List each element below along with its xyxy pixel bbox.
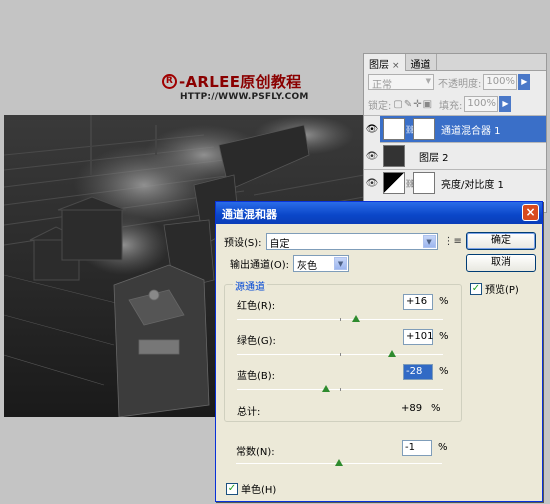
watermark-brand: -ARLEE原创教程: [179, 73, 302, 91]
blue-label: 蓝色(B):: [237, 371, 276, 382]
watermark: R -ARLEE原创教程 HTTP://WWW.PSFLY.COM: [162, 71, 312, 102]
cancel-button[interactable]: 取消: [466, 254, 536, 272]
layers-panel: 图层× 通道 正常 不透明度: 100% ▶ 锁定: ▢✎✛▣ 填充: 100%…: [363, 53, 547, 213]
source-channels-group: 源通道 红色(R): +16 % 绿色(G): +101 % 蓝色(B): -2…: [224, 278, 462, 422]
layer-row[interactable]: 👁 ⛓ 通道混合器 1: [364, 115, 546, 143]
source-channels-legend: 源通道: [233, 278, 267, 293]
red-value-field[interactable]: +16: [403, 294, 433, 310]
green-slider-thumb[interactable]: [387, 350, 397, 358]
link-icon[interactable]: ⛓: [405, 179, 415, 188]
layer-name: 亮度/对比度 1: [441, 179, 504, 191]
layer-mask-thumbnail[interactable]: [413, 118, 435, 140]
output-label: 输出通道(O):: [230, 260, 290, 271]
ok-button[interactable]: 确定: [466, 232, 536, 250]
preview-checkbox[interactable]: ✓: [470, 282, 482, 295]
green-value-field[interactable]: +101: [403, 329, 433, 345]
total-pct: %: [431, 403, 441, 414]
chevron-down-icon[interactable]: ▼: [334, 257, 348, 270]
preview-label: 预览(P): [485, 285, 519, 296]
close-button[interactable]: ×: [522, 204, 539, 221]
constant-label: 常数(N):: [236, 447, 275, 458]
layer-row[interactable]: 👁 图层 2: [364, 142, 546, 169]
lock-row: 锁定: ▢✎✛▣ 填充: 100% ▶: [364, 93, 546, 115]
opacity-label: 不透明度:: [438, 78, 482, 90]
red-pct: %: [439, 296, 449, 307]
total-value: +89: [401, 403, 423, 414]
lock-icons[interactable]: ▢✎✛▣: [393, 99, 433, 110]
green-label: 绿色(G):: [237, 336, 276, 347]
preset-label: 预设(S):: [224, 238, 262, 249]
layers-panel-tabs: 图层 × 通道: [364, 54, 546, 71]
preview-row: ✓ 预览(P): [470, 281, 519, 296]
fill-label: 填充:: [439, 100, 463, 112]
blend-row: 正常 不透明度: 100% ▶: [364, 71, 546, 93]
monochrome-label: 单色(H): [241, 485, 277, 496]
preset-menu-icon[interactable]: ⋮≡: [444, 236, 462, 247]
preset-select[interactable]: 自定 ▼: [265, 233, 438, 250]
blue-pct: %: [439, 366, 449, 377]
tab-channels[interactable]: 通道: [406, 54, 437, 71]
constant-value-field[interactable]: -1: [402, 440, 432, 456]
eye-icon[interactable]: 👁: [364, 115, 380, 143]
constant-slider-thumb[interactable]: [335, 459, 344, 467]
blend-mode-select[interactable]: 正常: [368, 74, 434, 91]
registered-mark-icon: R: [162, 74, 177, 89]
layer-mask-thumbnail[interactable]: [413, 172, 435, 194]
total-label: 总计:: [237, 407, 261, 418]
monochrome-checkbox[interactable]: ✓: [226, 482, 238, 495]
red-label: 红色(R):: [237, 301, 276, 312]
layer-thumbnail: [383, 145, 405, 167]
slider-mid-tick: [340, 318, 341, 321]
mono-row: ✓ 单色(H): [226, 481, 276, 496]
slider-mid-tick: [340, 388, 341, 391]
blue-slider-thumb[interactable]: [321, 385, 331, 393]
eye-icon[interactable]: 👁: [364, 178, 380, 189]
blue-value-field[interactable]: -28: [403, 364, 433, 380]
brightness-contrast-thumbnail: [383, 172, 405, 194]
eye-icon[interactable]: 👁: [364, 151, 380, 162]
preset-row: 预设(S): 自定 ▼ ⋮≡: [224, 233, 462, 250]
layer-name: 图层 2: [419, 152, 449, 164]
watermark-url: HTTP://WWW.PSFLY.COM: [180, 92, 309, 102]
tab-layers[interactable]: 图层 ×: [364, 54, 406, 71]
adjustment-layer-thumbnail: [383, 118, 405, 140]
fill-field[interactable]: 100%: [464, 96, 499, 112]
slider-mid-tick: [340, 353, 341, 356]
green-pct: %: [439, 331, 449, 342]
chevron-down-icon[interactable]: ▼: [422, 235, 436, 248]
dialog-titlebar[interactable]: 通道混和器 ×: [216, 202, 542, 224]
chevron-right-icon[interactable]: ▶: [518, 74, 531, 90]
opacity-field[interactable]: 100%: [483, 74, 518, 90]
red-slider-thumb[interactable]: [352, 315, 361, 323]
constant-pct: %: [438, 442, 448, 453]
output-channel-select[interactable]: 灰色 ▼: [293, 255, 350, 272]
link-icon[interactable]: ⛓: [405, 125, 415, 134]
chevron-right-icon[interactable]: ▶: [499, 96, 512, 112]
lock-label: 锁定:: [368, 100, 392, 112]
close-icon[interactable]: ×: [392, 61, 400, 71]
layer-row[interactable]: 👁 ⛓ 亮度/对比度 1: [364, 169, 546, 196]
dialog-title: 通道混和器: [222, 208, 277, 221]
channel-mixer-dialog: 通道混和器 × 预设(S): 自定 ▼ ⋮≡ 确定 取消 ✓ 预览(P) 输出通…: [215, 201, 543, 502]
output-row: 输出通道(O): 灰色 ▼: [230, 255, 350, 272]
layer-name: 通道混合器 1: [441, 125, 501, 137]
